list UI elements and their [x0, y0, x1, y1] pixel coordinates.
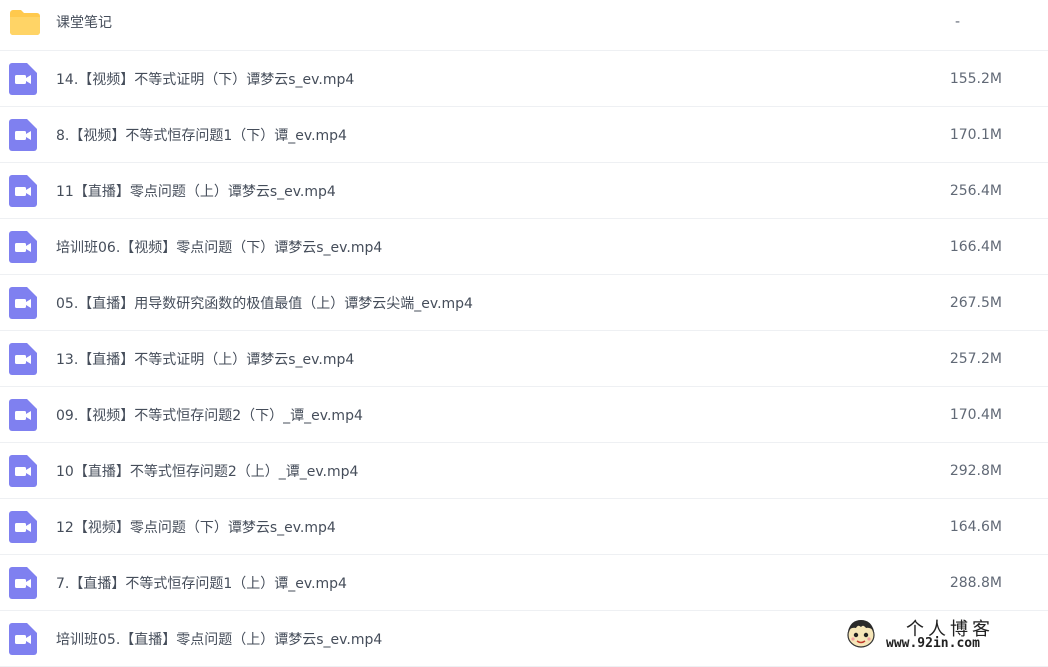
list-item[interactable]: 13.【直播】不等式证明（上）谭梦云s_ev.mp4 257.2M	[0, 331, 1048, 387]
video-file-icon	[9, 287, 39, 319]
file-size: 170.1M	[950, 127, 1002, 143]
file-name: 10【直播】不等式恒存问题2（上）_谭_ev.mp4	[56, 461, 358, 481]
file-name: 培训班05.【直播】零点问题（上）谭梦云s_ev.mp4	[56, 629, 382, 649]
list-item[interactable]: 10【直播】不等式恒存问题2（上）_谭_ev.mp4 292.8M	[0, 443, 1048, 499]
video-file-icon	[9, 567, 39, 599]
list-item[interactable]: 09.【视频】不等式恒存问题2（下）_谭_ev.mp4 170.4M	[0, 387, 1048, 443]
file-size: 267.5M	[950, 295, 1002, 311]
file-name: 7.【直播】不等式恒存问题1（上）谭_ev.mp4	[56, 573, 347, 593]
file-name: 05.【直播】用导数研究函数的极值最值（上）谭梦云尖端_ev.mp4	[56, 293, 473, 313]
file-name: 09.【视频】不等式恒存问题2（下）_谭_ev.mp4	[56, 405, 363, 425]
file-name: 培训班06.【视频】零点问题（下）谭梦云s_ev.mp4	[56, 237, 382, 257]
file-size: 288.8M	[950, 575, 1002, 591]
list-item[interactable]: 11【直播】零点问题（上）谭梦云s_ev.mp4 256.4M	[0, 163, 1048, 219]
video-file-icon	[9, 455, 39, 487]
file-name: 11【直播】零点问题（上）谭梦云s_ev.mp4	[56, 181, 336, 201]
file-size: 257.2M	[950, 351, 1002, 367]
video-file-icon	[9, 511, 39, 543]
list-item[interactable]: 14.【视频】不等式证明（下）谭梦云s_ev.mp4 155.2M	[0, 51, 1048, 107]
list-item[interactable]: 7.【直播】不等式恒存问题1（上）谭_ev.mp4 288.8M	[0, 555, 1048, 611]
file-list: 课堂笔记 - 14.【视频】不等式证明（下）谭梦云s_ev.mp4 155.2M…	[0, 0, 1048, 667]
file-size: -	[955, 14, 960, 30]
list-item[interactable]: 05.【直播】用导数研究函数的极值最值（上）谭梦云尖端_ev.mp4 267.5…	[0, 275, 1048, 331]
file-size: 292.8M	[950, 463, 1002, 479]
list-item[interactable]: 12【视频】零点问题（下）谭梦云s_ev.mp4 164.6M	[0, 499, 1048, 555]
list-item[interactable]: 8.【视频】不等式恒存问题1（下）谭_ev.mp4 170.1M	[0, 107, 1048, 163]
list-item[interactable]: 培训班06.【视频】零点问题（下）谭梦云s_ev.mp4 166.4M	[0, 219, 1048, 275]
file-name: 8.【视频】不等式恒存问题1（下）谭_ev.mp4	[56, 125, 347, 145]
cartoon-face-logo-icon	[844, 617, 878, 651]
video-file-icon	[9, 119, 39, 151]
video-file-icon	[9, 399, 39, 431]
file-name: 14.【视频】不等式证明（下）谭梦云s_ev.mp4	[56, 69, 354, 89]
file-name: 课堂笔记	[56, 12, 112, 32]
watermark-url: www.92in.com	[886, 636, 980, 651]
folder-icon	[9, 6, 39, 38]
file-size: 256.4M	[950, 183, 1002, 199]
watermark: 个人博客 www.92in.com	[844, 615, 1034, 653]
file-size: 164.6M	[950, 519, 1002, 535]
file-size: 170.4M	[950, 407, 1002, 423]
video-file-icon	[9, 623, 39, 655]
video-file-icon	[9, 231, 39, 263]
file-name: 12【视频】零点问题（下）谭梦云s_ev.mp4	[56, 517, 336, 537]
video-file-icon	[9, 63, 39, 95]
video-file-icon	[9, 175, 39, 207]
list-item[interactable]: 课堂笔记 -	[0, 0, 1048, 51]
file-name: 13.【直播】不等式证明（上）谭梦云s_ev.mp4	[56, 349, 354, 369]
file-size: 155.2M	[950, 71, 1002, 87]
file-size: 166.4M	[950, 239, 1002, 255]
video-file-icon	[9, 343, 39, 375]
